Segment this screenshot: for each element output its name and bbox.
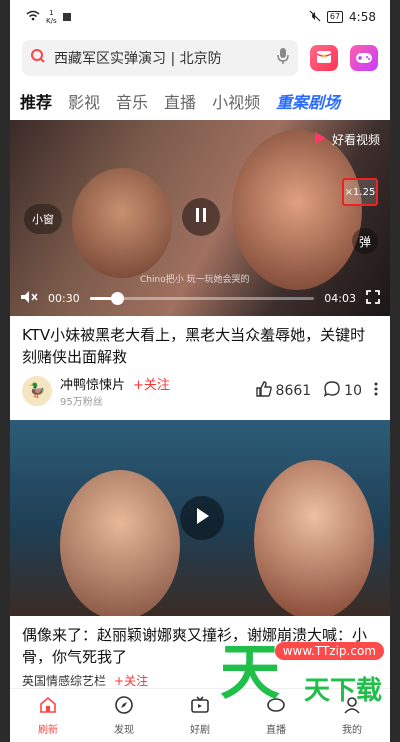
search-text: 西藏军区实弹演习 | 北京防 xyxy=(54,51,222,67)
compass-icon xyxy=(114,695,134,718)
nav-live[interactable]: 直播 xyxy=(266,695,286,736)
duration: 04:03 xyxy=(324,291,356,305)
play-icon xyxy=(194,507,210,529)
pip-button[interactable]: 小窗 xyxy=(24,204,62,234)
nav-discover-label: 发现 xyxy=(114,725,134,736)
post-title[interactable]: KTV小妹被黑老大看上，黑老大当众羞辱她，关键时刻赌侠出面解救 xyxy=(10,316,390,368)
post-meta: 🦆 冲鸭惊悚片 +关注 95万粉丝 8661 10 xyxy=(10,368,390,414)
tab-music[interactable]: 音乐 xyxy=(116,89,148,113)
nav-mine[interactable]: 我的 xyxy=(342,695,362,736)
progress-bar[interactable] xyxy=(89,291,315,305)
category-tabs: 推荐 影视 音乐 直播 小视频 重案剧场 xyxy=(10,82,390,120)
clock: 4:58 xyxy=(349,10,376,24)
current-time: 00:30 xyxy=(48,291,80,305)
player-controls: 00:30 04:03 xyxy=(10,280,390,316)
tab-crime-theater[interactable]: 重案剧场 xyxy=(276,89,340,113)
post-stats: 8661 10 xyxy=(255,380,378,402)
gamepad-icon xyxy=(355,49,373,68)
nav-discover[interactable]: 发现 xyxy=(114,695,134,736)
nav-drama-label: 好剧 xyxy=(190,725,210,736)
thumbnail-figure-right xyxy=(254,460,374,616)
like-button[interactable]: 8661 xyxy=(255,380,312,402)
follow-button-2[interactable]: +关注 xyxy=(114,672,148,689)
author-name-2[interactable]: 英国情感综艺栏 xyxy=(22,672,106,689)
status-bar: 1 K/s 67 4:58 xyxy=(10,0,390,34)
brand-watermark: 好看视频 xyxy=(312,130,380,149)
author-info: 冲鸭惊悚片 +关注 95万粉丝 xyxy=(60,374,170,408)
volume-mute-icon[interactable] xyxy=(20,290,38,307)
tv-icon xyxy=(190,695,210,718)
video-player[interactable]: 好看视频 小窗 ×1.25 弹 Chino把小 玩一玩她会哭的 00:30 04… xyxy=(10,120,390,316)
nav-live-label: 直播 xyxy=(266,725,286,736)
video-figure-right xyxy=(232,130,362,290)
avatar[interactable]: 🦆 xyxy=(22,376,52,406)
pause-icon xyxy=(194,207,208,227)
tab-live[interactable]: 直播 xyxy=(164,89,196,113)
game-button[interactable] xyxy=(350,45,378,71)
red-packet-icon xyxy=(316,49,332,68)
fullscreen-icon[interactable] xyxy=(366,289,380,307)
app-screen: 1 K/s 67 4:58 西藏军区实弹演习 | 北京防 推荐 影视 音乐 直播… xyxy=(10,0,390,742)
search-box[interactable]: 西藏军区实弹演习 | 北京防 xyxy=(22,40,298,76)
red-packet-button[interactable] xyxy=(310,45,338,71)
author-line: 冲鸭惊悚片 +关注 xyxy=(60,374,170,393)
nav-mine-label: 我的 xyxy=(342,725,362,736)
speed-value: 1 xyxy=(49,9,54,17)
nav-drama[interactable]: 好剧 xyxy=(190,695,210,736)
comment-icon xyxy=(323,380,341,402)
speed-unit: K/s xyxy=(46,17,57,25)
video-figure-left xyxy=(72,168,172,278)
battery-indicator: 67 xyxy=(326,11,344,23)
video-thumbnail[interactable] xyxy=(10,420,390,616)
search-row: 西藏军区实弹演习 | 北京防 xyxy=(10,34,390,82)
notification-icon xyxy=(62,13,71,21)
microphone-icon[interactable] xyxy=(276,47,290,69)
comment-button[interactable]: 10 xyxy=(323,380,362,402)
live-icon xyxy=(266,695,286,718)
tab-short-video[interactable]: 小视频 xyxy=(212,89,260,113)
bottom-nav: 刷新 发现 好剧 直播 我的 xyxy=(10,688,390,742)
wifi-icon xyxy=(26,10,40,24)
status-right: 67 4:58 xyxy=(309,10,376,25)
like-count: 8661 xyxy=(275,383,312,399)
nav-refresh-label: 刷新 xyxy=(38,725,58,736)
more-options-icon[interactable] xyxy=(374,382,378,400)
brand-name: 好看视频 xyxy=(331,133,380,147)
mute-icon xyxy=(309,10,321,25)
play-logo-icon xyxy=(312,130,328,149)
thumbs-up-icon xyxy=(255,380,273,402)
search-icon xyxy=(30,48,46,68)
status-left: 1 K/s xyxy=(26,9,71,25)
nav-refresh[interactable]: 刷新 xyxy=(38,695,58,736)
network-speed: 1 K/s xyxy=(46,9,57,25)
duck-icon: 🦆 xyxy=(28,383,46,399)
playback-speed-button[interactable]: ×1.25 xyxy=(342,178,378,206)
post-title-2[interactable]: 偶像来了：赵丽颖谢娜爽又撞衫，谢娜崩溃大喊：小骨，你气死我了 xyxy=(10,616,390,668)
play-button[interactable] xyxy=(180,496,224,540)
tab-recommend[interactable]: 推荐 xyxy=(20,89,52,113)
fans-count: 95万粉丝 xyxy=(60,397,103,408)
user-icon xyxy=(342,695,362,718)
comment-count: 10 xyxy=(344,383,362,399)
home-icon xyxy=(38,695,58,718)
author-name[interactable]: 冲鸭惊悚片 xyxy=(60,374,125,393)
pause-button[interactable] xyxy=(182,198,220,236)
tab-film[interactable]: 影视 xyxy=(68,89,100,113)
danmaku-toggle[interactable]: 弹 xyxy=(352,228,378,254)
thumbnail-figure-left xyxy=(60,470,180,616)
follow-button[interactable]: +关注 xyxy=(133,374,170,393)
progress-knob[interactable] xyxy=(110,291,124,305)
